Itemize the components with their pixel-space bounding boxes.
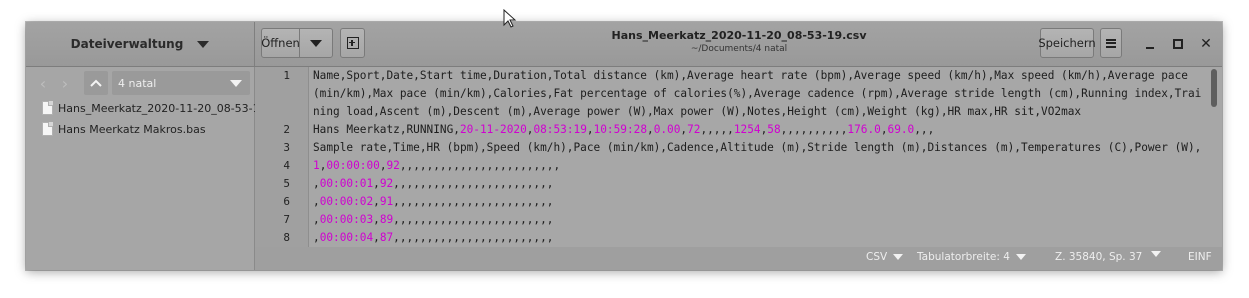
file-item-label: Hans_Meerkatz_2020-11-20_08-53-19.csv bbox=[58, 101, 289, 115]
code-line: Hans Meerkatz,RUNNING,20-11-2020,08:53:1… bbox=[313, 123, 935, 136]
save-button[interactable]: Speichern bbox=[1038, 28, 1096, 58]
line-number: 4 bbox=[283, 159, 290, 172]
file-icon bbox=[42, 101, 53, 115]
forward-arrow-icon: › bbox=[61, 73, 69, 93]
language-label: CSV bbox=[866, 251, 888, 263]
code-line: ,00:00:04,87,,,,,,,,,,,,,,,,,,,,,,,, bbox=[313, 231, 554, 244]
hamburger-menu-icon bbox=[1106, 38, 1116, 48]
sidebar-nav: ‹ › 4 natal bbox=[32, 71, 252, 95]
maximize-icon bbox=[1173, 39, 1183, 49]
language-selector[interactable]: CSV bbox=[866, 251, 904, 263]
code-area[interactable]: Name,Sport,Date,Start time,Duration,Tota… bbox=[313, 67, 1203, 247]
line-number: 6 bbox=[283, 195, 290, 208]
code-line: ,00:00:01,92,,,,,,,,,,,,,,,,,,,,,,,, bbox=[313, 177, 554, 190]
chevron-down-icon bbox=[230, 79, 242, 87]
text-editor[interactable]: 1 2 3 4 5 6 7 8 Name,Sport,Date,Start ti… bbox=[255, 67, 1222, 247]
chevron-down-icon bbox=[310, 39, 322, 47]
file-icon bbox=[42, 122, 53, 136]
back-button[interactable]: ‹ bbox=[32, 71, 54, 95]
file-item[interactable]: Hans_Meerkatz_2020-11-20_08-53-19.csv bbox=[42, 99, 288, 117]
mouse-cursor-icon bbox=[503, 9, 517, 28]
code-line: ,00:00:02,91,,,,,,,,,,,,,,,,,,,,,,,, bbox=[313, 195, 554, 208]
line-number: 8 bbox=[283, 231, 290, 244]
chevron-down-icon bbox=[1151, 251, 1161, 257]
sidebar-switcher[interactable]: Dateiverwaltung bbox=[26, 22, 255, 66]
cursor-position-label: Z. 35840, Sp. 37 bbox=[1055, 251, 1143, 263]
code-line: Name,Sport,Date,Start time,Duration,Tota… bbox=[313, 69, 1202, 118]
chevron-down-icon bbox=[1015, 254, 1026, 260]
position-menu[interactable] bbox=[1145, 251, 1161, 257]
code-line: 1,00:00:00,92,,,,,,,,,,,,,,,,,,,,,,,, bbox=[313, 159, 561, 172]
editor-window: Dateiverwaltung Öffnen Hans_Meerkatz_202… bbox=[26, 22, 1222, 270]
up-arrow-icon bbox=[90, 79, 102, 87]
line-number: 7 bbox=[283, 213, 290, 226]
title-block: Hans_Meerkatz_2020-11-20_08-53-19.csv ~/… bbox=[526, 29, 952, 55]
minimize-button[interactable] bbox=[1142, 36, 1158, 52]
menu-button[interactable] bbox=[1100, 28, 1122, 58]
insert-mode-label: EINF bbox=[1188, 251, 1212, 263]
code-line: ,00:00:03,89,,,,,,,,,,,,,,,,,,,,,,,, bbox=[313, 213, 554, 226]
file-browser-sidebar: ‹ › 4 natal Hans_Meerkatz_2020-11-20_08-… bbox=[26, 67, 288, 270]
close-button[interactable]: ✕ bbox=[1198, 36, 1214, 52]
maximize-button[interactable] bbox=[1170, 36, 1186, 52]
new-tab-icon bbox=[346, 37, 359, 49]
tab-width-label: Tabulatorbreite: 4 bbox=[917, 251, 1010, 263]
new-tab-button[interactable] bbox=[340, 28, 365, 58]
file-item[interactable]: Hans Meerkatz Makros.bas bbox=[42, 120, 206, 138]
chevron-down-icon bbox=[893, 254, 904, 260]
window-title: Hans_Meerkatz_2020-11-20_08-53-19.csv bbox=[611, 29, 867, 42]
tab-width-selector[interactable]: Tabulatorbreite: 4 bbox=[917, 251, 1026, 263]
window-subtitle: ~/Documents/4 natal bbox=[690, 44, 788, 54]
status-bar: CSV Tabulatorbreite: 4 Z. 35840, Sp. 37 … bbox=[255, 247, 1222, 270]
vertical-scrollbar[interactable] bbox=[1211, 69, 1218, 245]
up-button[interactable] bbox=[84, 71, 108, 95]
insert-mode: EINF bbox=[1188, 251, 1212, 263]
sidebar-title: Dateiverwaltung bbox=[70, 37, 184, 51]
line-number: 3 bbox=[283, 141, 290, 154]
back-arrow-icon: ‹ bbox=[39, 73, 47, 93]
cursor-position[interactable]: Z. 35840, Sp. 37 bbox=[1055, 251, 1142, 263]
open-menu-button[interactable] bbox=[299, 28, 333, 58]
line-number: 2 bbox=[283, 123, 290, 136]
file-item-label: Hans Meerkatz Makros.bas bbox=[58, 122, 206, 136]
chevron-down-icon bbox=[197, 40, 210, 48]
minimize-icon bbox=[1146, 47, 1154, 49]
line-number: 1 bbox=[283, 69, 290, 82]
code-line: Sample rate,Time,HR (bpm),Speed (km/h),P… bbox=[313, 141, 1203, 154]
close-icon: ✕ bbox=[1200, 36, 1212, 52]
scrollbar-thumb[interactable] bbox=[1211, 69, 1217, 107]
folder-select[interactable]: 4 natal bbox=[112, 71, 250, 95]
line-number-gutter: 1 2 3 4 5 6 7 8 bbox=[255, 67, 309, 247]
open-button[interactable]: Öffnen bbox=[261, 28, 300, 58]
header-bar: Dateiverwaltung Öffnen Hans_Meerkatz_202… bbox=[26, 22, 1222, 67]
line-number: 5 bbox=[283, 177, 290, 190]
forward-button[interactable]: › bbox=[54, 71, 76, 95]
folder-select-label: 4 natal bbox=[118, 76, 157, 90]
